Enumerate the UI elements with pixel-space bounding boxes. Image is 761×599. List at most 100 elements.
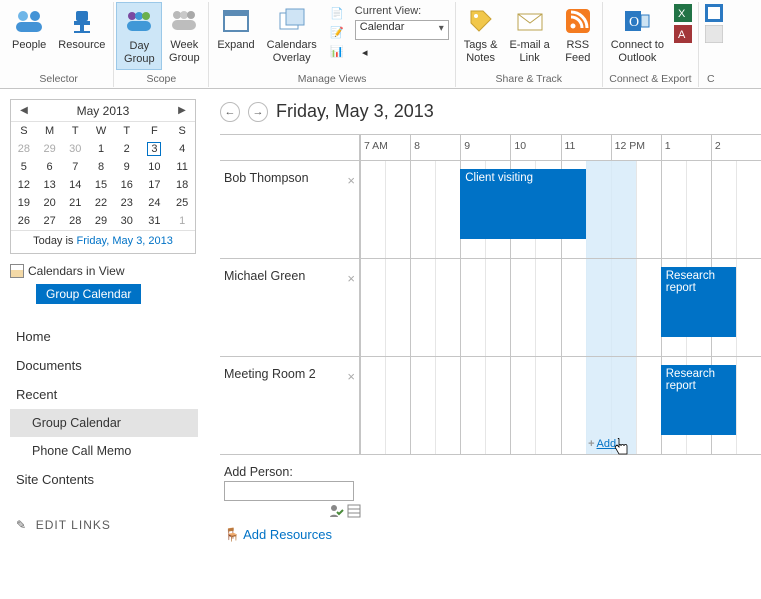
connect-outlook-button[interactable]: O Connect to Outlook	[605, 2, 670, 68]
leftnav-item[interactable]: Recent	[10, 380, 198, 409]
excel-icon[interactable]: X	[674, 4, 692, 22]
minical-day[interactable]: 14	[62, 176, 88, 194]
check-names-icon[interactable]	[328, 503, 344, 519]
svg-text:X: X	[678, 8, 686, 20]
minical-day[interactable]: 4	[169, 140, 195, 158]
minical-day[interactable]: 6	[37, 158, 63, 176]
overflow-icon-2[interactable]	[705, 25, 723, 43]
calendar-event[interactable]: Research report	[661, 267, 736, 337]
add-resources-link[interactable]: Add Resources	[243, 527, 332, 542]
week-group-button[interactable]: Week Group	[162, 2, 206, 68]
people-label: People	[12, 39, 46, 52]
calendars-overlay-button[interactable]: Calendars Overlay	[261, 2, 323, 68]
add-event-link[interactable]: +Add	[588, 438, 616, 450]
connect-outlook-label: Connect to Outlook	[611, 39, 664, 65]
minical-day[interactable]: 7	[62, 158, 88, 176]
timeline-row: Meeting Room 2×Research report+Add	[220, 357, 761, 455]
remove-resource-button[interactable]: ×	[347, 369, 355, 384]
minical-day[interactable]: 2	[114, 140, 140, 158]
edit-links-label: EDIT LINKS	[36, 518, 111, 532]
minical-day[interactable]: 16	[114, 176, 140, 194]
leftnav-item[interactable]: Phone Call Memo	[10, 437, 198, 465]
overflow-icon-1[interactable]	[705, 4, 723, 22]
tags-notes-button[interactable]: Tags & Notes	[458, 2, 504, 68]
browse-people-icon[interactable]	[346, 503, 362, 519]
minical-day[interactable]: 28	[11, 140, 37, 158]
leftnav-item[interactable]: Home	[10, 322, 198, 351]
minical-day[interactable]: 26	[11, 212, 37, 230]
create-view-button[interactable]: 📄	[327, 4, 347, 22]
minical-day[interactable]: 20	[37, 194, 63, 212]
create-column-button[interactable]: 📊	[327, 42, 347, 60]
remove-resource-button[interactable]: ×	[347, 173, 355, 188]
minical-day[interactable]: 8	[88, 158, 114, 176]
current-page-button[interactable]: ◂	[355, 43, 449, 61]
day-group-label: Day Group	[124, 40, 155, 66]
calendars-in-view: Calendars in View Group Calendar	[10, 264, 198, 304]
email-link-button[interactable]: E-mail a Link	[503, 2, 555, 68]
minical-day[interactable]: 3	[140, 140, 170, 158]
minical-dow: S	[11, 122, 37, 140]
remove-resource-button[interactable]: ×	[347, 271, 355, 286]
minical-day[interactable]: 11	[169, 158, 195, 176]
minical-day[interactable]: 17	[140, 176, 170, 194]
ribbon-group-connect-export: O Connect to Outlook X A Connect & Expor…	[603, 2, 699, 87]
edit-links-button[interactable]: ✎ EDIT LINKS	[10, 512, 198, 538]
minical-day[interactable]: 29	[88, 212, 114, 230]
current-time-highlight	[586, 161, 636, 258]
minical-day[interactable]: 28	[62, 212, 88, 230]
minical-dow: M	[37, 122, 63, 140]
ribbon-group-manage-views: Expand Calendars Overlay 📄 📝 📊 Current V…	[209, 2, 455, 87]
leftnav-item[interactable]: Documents	[10, 351, 198, 380]
minical-day[interactable]: 30	[114, 212, 140, 230]
minical-day[interactable]: 27	[37, 212, 63, 230]
minical-day[interactable]: 19	[11, 194, 37, 212]
minical-day[interactable]: 15	[88, 176, 114, 194]
minical-day[interactable]: 31	[140, 212, 170, 230]
day-group-button[interactable]: Day Group	[116, 2, 162, 70]
minical-day[interactable]: 1	[88, 140, 114, 158]
resource-button[interactable]: Resource	[52, 2, 111, 55]
timeline-header-namecol	[220, 135, 360, 161]
modify-view-button[interactable]: 📝	[327, 23, 347, 41]
minical-day[interactable]: 25	[169, 194, 195, 212]
calendar-event[interactable]: Research report	[661, 365, 736, 435]
next-day-button[interactable]: →	[248, 102, 268, 122]
tag-icon	[465, 5, 497, 37]
current-view-value: Calendar	[360, 21, 405, 33]
minical-day[interactable]: 21	[62, 194, 88, 212]
minical-day[interactable]: 29	[37, 140, 63, 158]
calendar-event[interactable]: Client visiting	[460, 169, 585, 239]
minical-day[interactable]: 10	[140, 158, 170, 176]
leftnav-item[interactable]: Site Contents	[10, 465, 198, 494]
minical-day[interactable]: 22	[88, 194, 114, 212]
leftnav-item[interactable]: Group Calendar	[10, 409, 198, 437]
resource-name: Michael Green	[224, 269, 305, 283]
timeline-track[interactable]: Research report +Add	[360, 357, 761, 454]
timeline-track[interactable]: Client visiting	[360, 161, 761, 258]
minical-day[interactable]: 1	[169, 212, 195, 230]
group-calendar-badge[interactable]: Group Calendar	[36, 284, 141, 304]
minical-prev-button[interactable]: ◀	[15, 105, 33, 116]
tags-notes-label: Tags & Notes	[464, 39, 498, 65]
minical-day[interactable]: 13	[37, 176, 63, 194]
today-link[interactable]: Friday, May 3, 2013	[77, 235, 173, 247]
minical-day[interactable]: 24	[140, 194, 170, 212]
calendars-in-view-label: Calendars in View	[28, 264, 125, 278]
add-person-input[interactable]	[224, 481, 354, 501]
rss-feed-button[interactable]: RSS Feed	[556, 2, 600, 68]
current-view-dropdown[interactable]: Calendar	[355, 20, 449, 40]
minical-day[interactable]: 18	[169, 176, 195, 194]
minical-day[interactable]: 12	[11, 176, 37, 194]
timeline-track[interactable]: Research report	[360, 259, 761, 356]
minical-day[interactable]: 30	[62, 140, 88, 158]
prev-day-button[interactable]: ←	[220, 102, 240, 122]
minical-next-button[interactable]: ▶	[173, 105, 191, 116]
minical-day[interactable]: 23	[114, 194, 140, 212]
minical-day[interactable]: 5	[11, 158, 37, 176]
expand-button[interactable]: Expand	[211, 2, 260, 55]
people-button[interactable]: People	[6, 2, 52, 55]
minical-footer: Today is Friday, May 3, 2013	[11, 230, 195, 253]
access-icon[interactable]: A	[674, 25, 692, 43]
minical-day[interactable]: 9	[114, 158, 140, 176]
